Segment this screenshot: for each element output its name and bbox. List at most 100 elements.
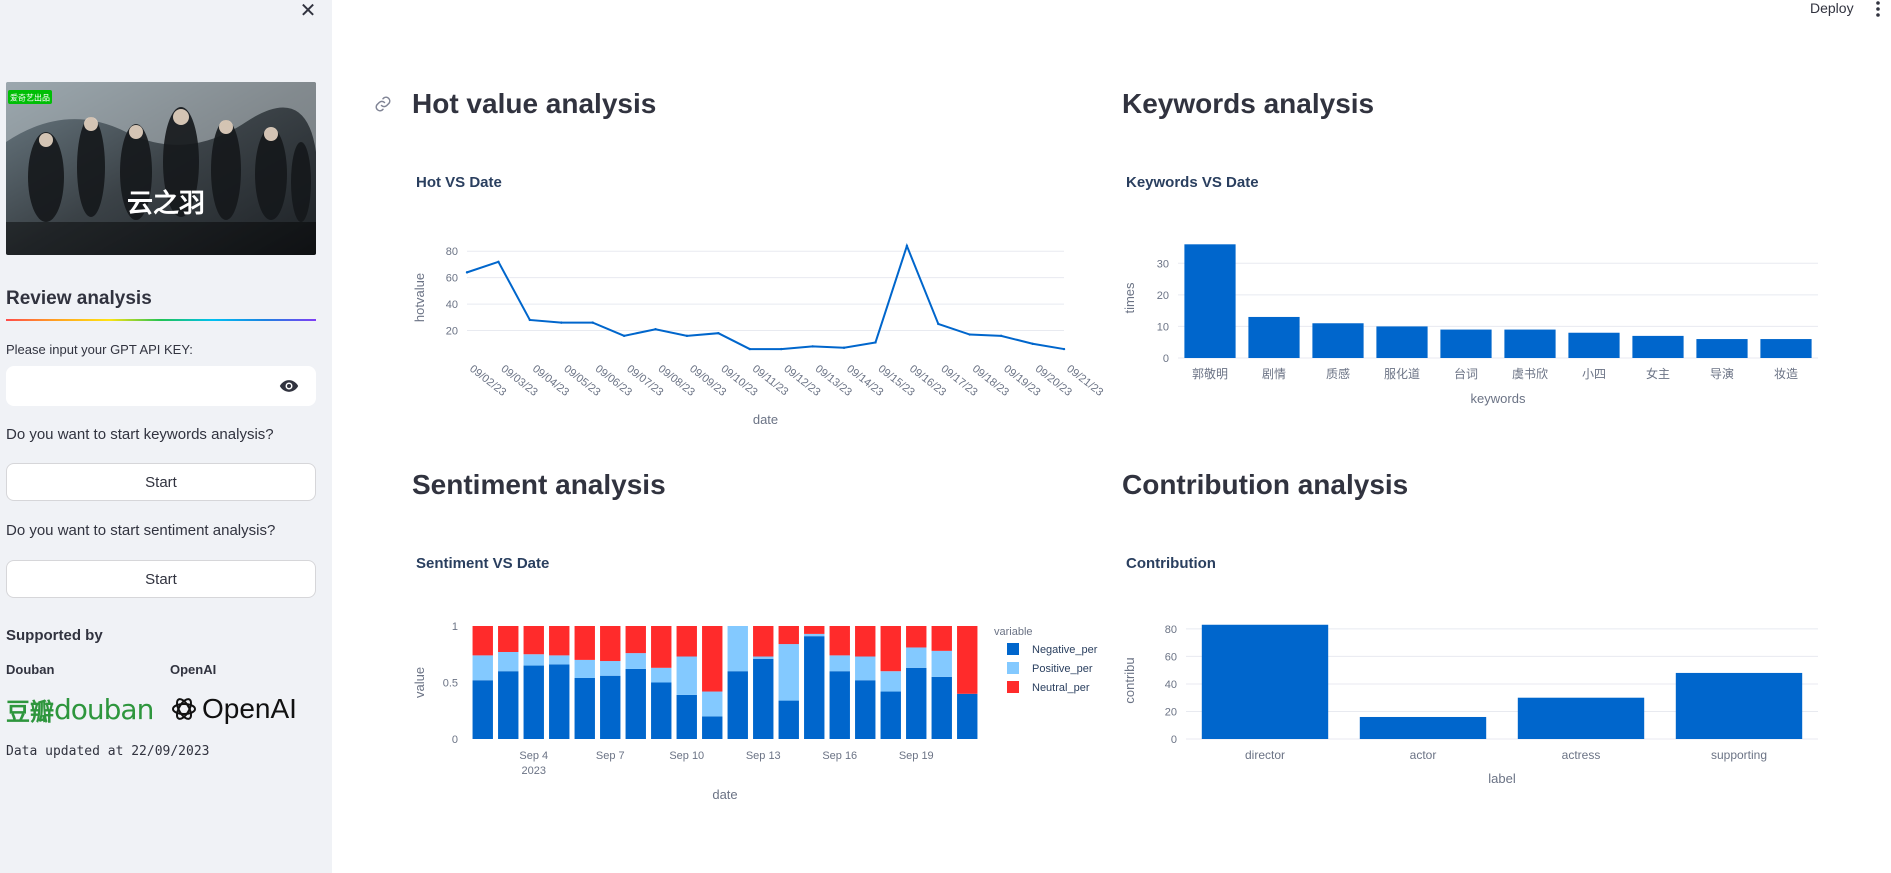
hot-data-point xyxy=(528,318,532,322)
bar-segment-neutral_per xyxy=(880,626,901,672)
openai-label: OpenAI xyxy=(170,662,217,677)
close-sidebar-icon[interactable]: ✕ xyxy=(298,0,318,20)
x-axis-label: label xyxy=(1488,771,1516,786)
bar-segment-negative_per xyxy=(472,680,493,739)
y-tick-label: 30 xyxy=(1157,258,1169,270)
bar xyxy=(1675,672,1803,739)
sidebar-title: Review analysis xyxy=(6,288,152,309)
sidebar: ✕ 爱奇艺出品 云之羽 Review analysis Please input… xyxy=(0,0,332,873)
keywords-bar-chart[interactable]: 0 10 20 30 郭敬明 剧情 质感 服化道 台词 虞书欣 小四 女主 导演 妆造 keywords ti… xyxy=(1120,230,1840,415)
bar xyxy=(1359,716,1487,739)
hot-line-chart[interactable]: 2040608009/02/2309/03/2309/04/2309/05/23… xyxy=(410,230,1110,435)
anchor-link-icon[interactable] xyxy=(374,95,392,113)
douban-logo-en: douban xyxy=(54,692,154,726)
x-tick-label: actress xyxy=(1562,748,1601,762)
y-tick-label: 20 xyxy=(1165,706,1177,718)
douban-logo-cn: 豆瓣 xyxy=(6,697,54,726)
hot-data-point xyxy=(968,333,971,336)
hot-data-point xyxy=(560,321,563,324)
show-password-eye-icon[interactable] xyxy=(279,378,299,394)
x-tick-label: 服化道 xyxy=(1384,367,1420,381)
bar-segment-neutral_per xyxy=(600,626,621,662)
api-key-input[interactable] xyxy=(6,366,256,406)
bar-segment-negative_per xyxy=(651,682,672,739)
bar-segment-positive_per xyxy=(676,656,697,695)
bar-segment-neutral_per xyxy=(651,626,672,668)
bar-segment-neutral_per xyxy=(931,626,952,651)
bar-segment-neutral_per xyxy=(957,626,978,694)
bar xyxy=(1504,329,1556,358)
openai-logo[interactable]: OpenAI xyxy=(170,690,316,728)
y-tick-label: 40 xyxy=(1165,679,1177,691)
hot-chart-title: Hot VS Date xyxy=(416,174,502,191)
x-tick-label: Sep 4 xyxy=(519,750,548,762)
douban-label: Douban xyxy=(6,662,55,677)
x-tick-label: 质感 xyxy=(1326,366,1350,381)
app-root: ✕ 爱奇艺出品 云之羽 Review analysis Please input… xyxy=(0,0,1891,873)
poster-title: 云之羽 xyxy=(127,188,205,218)
bar-segment-positive_per xyxy=(574,659,595,678)
x-tick-label: Sep 13 xyxy=(746,750,781,762)
bar-segment-positive_per xyxy=(804,633,825,637)
x-tick-label: supporting xyxy=(1711,748,1767,762)
hot-data-point xyxy=(905,244,909,248)
y-tick-label: 0 xyxy=(1163,353,1169,365)
bar-segment-negative_per xyxy=(957,693,978,739)
legend-swatch xyxy=(1007,643,1019,655)
bar-segment-negative_per xyxy=(880,691,901,739)
bar-segment-neutral_per xyxy=(523,626,544,655)
douban-logo[interactable]: 豆瓣 douban xyxy=(6,690,154,728)
start-keywords-button[interactable]: Start xyxy=(6,463,316,501)
bar-segment-positive_per xyxy=(625,653,646,669)
hot-data-point xyxy=(622,334,626,338)
bar xyxy=(1376,326,1428,358)
bar xyxy=(1184,244,1236,358)
bar-segment-negative_per xyxy=(702,716,723,739)
contribution-bar-chart[interactable]: 0 20 40 60 80 director actor actress supporting l… xyxy=(1120,612,1840,792)
legend-label: Negative_per xyxy=(1032,644,1098,656)
bar xyxy=(1517,697,1645,739)
hot-data-point xyxy=(811,345,814,348)
sentiment-chart-title: Sentiment VS Date xyxy=(416,555,550,572)
bar xyxy=(1312,323,1364,358)
bar-segment-neutral_per xyxy=(549,626,570,656)
y-tick-label: 0 xyxy=(1171,734,1177,746)
bar-segment-neutral_per xyxy=(702,626,723,692)
api-key-label: Please input your GPT API KEY: xyxy=(6,342,193,357)
poster-badge: 爱奇艺出品 xyxy=(10,93,50,103)
bar-segment-neutral_per xyxy=(625,626,646,654)
contribution-chart-title: Contribution xyxy=(1126,555,1216,572)
contribution-analysis-heading: Contribution analysis xyxy=(1122,469,1409,500)
hot-data-point xyxy=(874,341,877,344)
bar-segment-negative_per xyxy=(855,680,876,739)
drama-poster-image: 爱奇艺出品 云之羽 xyxy=(6,82,316,255)
hot-data-point xyxy=(1031,342,1034,345)
bar-segment-positive_per xyxy=(778,644,799,701)
start-sentiment-button[interactable]: Start xyxy=(6,560,316,598)
openai-knot-icon xyxy=(172,698,196,720)
hot-data-point xyxy=(654,328,657,331)
bar xyxy=(1440,329,1492,358)
x-tick-label: actor xyxy=(1410,748,1437,762)
bar-segment-negative_per xyxy=(906,667,927,739)
bar-segment-positive_per xyxy=(651,667,672,683)
sentiment-stacked-bar-chart[interactable]: 0 0.5 1 Sep 4 2023 Sep 7 Sep 10 Sep 13 Sep 16 Sep… xyxy=(410,610,1110,810)
bar-segment-negative_per xyxy=(574,677,595,739)
bar xyxy=(1696,339,1748,358)
bar-segment-neutral_per xyxy=(804,626,825,634)
keywords-chart-title: Keywords VS Date xyxy=(1126,174,1259,191)
y-tick-label: 80 xyxy=(1165,624,1177,636)
deploy-button[interactable]: Deploy xyxy=(1810,0,1854,16)
bar-segment-positive_per xyxy=(600,661,621,676)
bar-segment-positive_per xyxy=(549,655,570,665)
y-tick-label: 40 xyxy=(446,299,458,311)
bar-segment-neutral_per xyxy=(829,626,850,656)
bar-segment-negative_per xyxy=(829,671,850,739)
main-menu-icon[interactable] xyxy=(1872,0,1884,18)
y-tick-label: 60 xyxy=(446,273,458,285)
sentiment-analysis-heading: Sentiment analysis xyxy=(412,469,666,500)
y-axis-label: value xyxy=(412,667,427,698)
y-tick-label: 20 xyxy=(446,326,458,338)
keywords-question: Do you want to start keywords analysis? xyxy=(6,426,274,443)
bar-segment-positive_per xyxy=(906,647,927,668)
